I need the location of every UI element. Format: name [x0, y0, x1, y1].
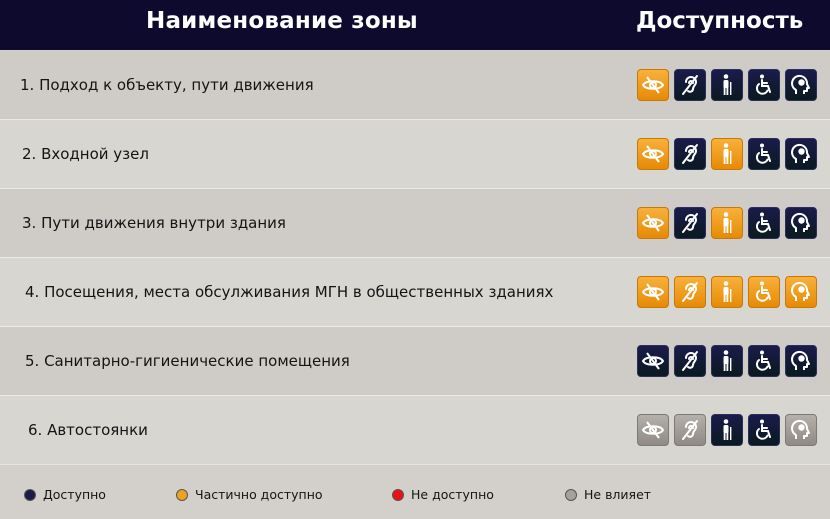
- legend-dot-icon: [176, 488, 188, 501]
- hearing-impaired-icon: [674, 276, 706, 308]
- mobility-impaired-icon: [711, 138, 743, 170]
- hearing-impaired-icon: [674, 207, 706, 239]
- zones-table: 1. Подход к объекту, пути движения 2. Вхо…: [0, 51, 830, 465]
- mobility-impaired-icon: [711, 207, 743, 239]
- vision-impaired-icon: [637, 276, 669, 308]
- hearing-impaired-icon: [674, 138, 706, 170]
- table-row: 5. Санитарно-гигиенические помещения: [0, 327, 830, 396]
- hearing-impaired-icon: [674, 69, 706, 101]
- table-row: 1. Подход к объекту, пути движения: [0, 51, 830, 120]
- legend-label: Доступно: [43, 487, 106, 502]
- accessibility-icons: [637, 207, 817, 239]
- vision-impaired-icon: [637, 138, 669, 170]
- mental-impaired-icon: [785, 414, 817, 446]
- accessibility-icons: [637, 69, 817, 101]
- legend: Доступно Частично доступно Не доступно Не в…: [0, 466, 830, 519]
- accessibility-icons: [637, 345, 817, 377]
- legend-label: Не влияет: [584, 487, 652, 502]
- zone-label: 6. Автостоянки: [28, 421, 148, 439]
- legend-dot-icon: [24, 488, 36, 501]
- mobility-impaired-icon: [711, 345, 743, 377]
- hearing-impaired-icon: [674, 414, 706, 446]
- zone-label: 5. Санитарно-гигиенические помещения: [25, 352, 350, 370]
- mobility-impaired-icon: [711, 414, 743, 446]
- vision-impaired-icon: [637, 207, 669, 239]
- legend-item: Доступно: [24, 487, 106, 502]
- zone-label: 1. Подход к объекту, пути движения: [20, 76, 314, 94]
- zone-label: 3. Пути движения внутри здания: [22, 214, 286, 232]
- table-row: 3. Пути движения внутри здания: [0, 189, 830, 258]
- wheelchair-icon: [748, 207, 780, 239]
- mental-impaired-icon: [785, 276, 817, 308]
- mental-impaired-icon: [785, 207, 817, 239]
- mobility-impaired-icon: [711, 69, 743, 101]
- mental-impaired-icon: [785, 138, 817, 170]
- wheelchair-icon: [748, 276, 780, 308]
- accessibility-icons: [637, 276, 817, 308]
- table-row: 4. Посещения, места обсулживания МГН в о…: [0, 258, 830, 327]
- zone-label: 4. Посещения, места обсулживания МГН в о…: [25, 283, 554, 301]
- legend-item: Частично доступно: [176, 487, 323, 502]
- table-row: 6. Автостоянки: [0, 396, 830, 465]
- accessibility-column-title: Доступность: [636, 8, 804, 34]
- legend-item: Не влияет: [565, 487, 651, 502]
- legend-item: Не доступно: [392, 487, 494, 502]
- vision-impaired-icon: [637, 414, 669, 446]
- mental-impaired-icon: [785, 345, 817, 377]
- vision-impaired-icon: [637, 69, 669, 101]
- legend-label: Частично доступно: [195, 487, 323, 502]
- vision-impaired-icon: [637, 345, 669, 377]
- wheelchair-icon: [748, 414, 780, 446]
- table-header: Наименование зоны Доступность: [0, 0, 830, 50]
- accessibility-icons: [637, 138, 817, 170]
- legend-dot-icon: [565, 488, 577, 501]
- legend-label: Не доступно: [411, 487, 494, 502]
- mental-impaired-icon: [785, 69, 817, 101]
- mobility-impaired-icon: [711, 276, 743, 308]
- zone-column-title: Наименование зоны: [146, 8, 418, 34]
- wheelchair-icon: [748, 345, 780, 377]
- accessibility-icons: [637, 414, 817, 446]
- hearing-impaired-icon: [674, 345, 706, 377]
- wheelchair-icon: [748, 138, 780, 170]
- table-row: 2. Входной узел: [0, 120, 830, 189]
- zone-label: 2. Входной узел: [22, 145, 149, 163]
- legend-dot-icon: [392, 488, 404, 501]
- wheelchair-icon: [748, 69, 780, 101]
